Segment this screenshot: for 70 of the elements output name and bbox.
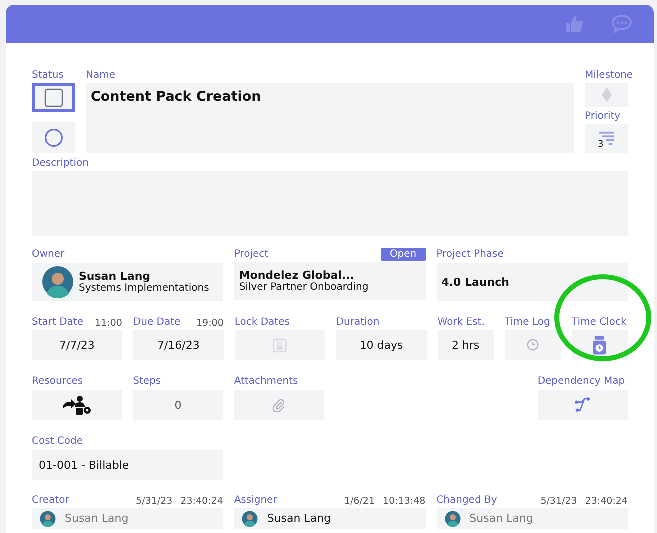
square-icon	[44, 88, 64, 108]
resources-icon[interactable]	[62, 395, 92, 415]
owner-field[interactable]: Susan Lang Systems Implementations	[32, 263, 224, 301]
project-field[interactable]: Mondelez Global... Silver Partner Onboarding	[234, 262, 426, 300]
project-phase-field[interactable]: 4.0 Launch	[436, 263, 628, 301]
avatar-icon	[42, 266, 74, 298]
avatar-icon	[40, 510, 56, 526]
calendar-lock-icon[interactable]	[273, 337, 288, 353]
status-badge: Open	[380, 248, 426, 261]
field-label: Milestone	[585, 69, 634, 83]
field-label: Resources	[32, 375, 84, 389]
value-field[interactable]: 7/7/23	[32, 330, 122, 360]
cost-code-field[interactable]: 01-001 - Billable	[32, 450, 224, 480]
status-circle-button[interactable]	[32, 122, 75, 153]
circle-icon	[44, 128, 64, 148]
field-label: Status	[32, 69, 64, 83]
paperclip-icon[interactable]	[272, 398, 286, 412]
field-label: Time Clock	[572, 316, 627, 330]
avatar-icon	[444, 510, 461, 526]
priority-button[interactable]: 3	[585, 124, 628, 153]
field-label: Project Phase	[436, 248, 504, 262]
project-subtitle: Silver Partner Onboarding	[239, 282, 369, 293]
field-label: Duration	[336, 316, 380, 330]
field-label: Lock Dates	[234, 316, 290, 330]
project-name: Mondelez Global...	[239, 269, 354, 282]
name-field[interactable]: Content Pack Creation	[86, 83, 574, 153]
field-label: Attachments	[234, 375, 298, 389]
date-text: 5/31/23	[540, 496, 578, 507]
field-label: Cost Code	[32, 435, 84, 449]
steps-field[interactable]: 0	[133, 390, 224, 420]
field-label: Description	[32, 157, 89, 171]
value-field[interactable]: 2 hrs	[438, 330, 494, 360]
field-label: Project	[234, 248, 269, 262]
field-label: Priority	[585, 110, 621, 124]
user-name: Susan Lang	[65, 512, 129, 525]
field-label: Start Date	[32, 316, 84, 330]
diamond-icon	[602, 87, 612, 103]
time-clock-icon[interactable]	[593, 336, 606, 354]
time-text: 11:00	[95, 318, 122, 329]
user-field[interactable]: Susan Lang	[234, 508, 426, 529]
field-label: Due Date	[133, 316, 181, 330]
dependency-map-icon[interactable]	[574, 397, 592, 413]
user-name: Susan Lang	[470, 512, 534, 525]
time-text: 19:00	[196, 318, 224, 329]
date-text: 5/31/23	[136, 496, 173, 507]
time-text: 23:40:24	[585, 496, 628, 507]
date-text: 1/6/21	[344, 496, 375, 507]
field-label: Dependency Map	[538, 375, 626, 389]
field-label: Assigner	[234, 494, 278, 508]
field-label: Steps	[133, 375, 162, 389]
owner-team: Systems Implementations	[79, 283, 210, 294]
milestone-button[interactable]	[585, 83, 628, 107]
user-name: Susan Lang	[267, 512, 332, 525]
time-text: 10:13:48	[382, 496, 426, 507]
priority-bars-icon	[598, 131, 616, 146]
status-checkbox[interactable]	[32, 83, 75, 112]
clock-icon[interactable]	[526, 339, 539, 351]
owner-name: Susan Lang	[79, 270, 151, 283]
value-field[interactable]: 10 days	[336, 330, 427, 360]
field-label: Creator	[32, 494, 70, 508]
value-field[interactable]: 7/16/23	[133, 330, 224, 360]
field-label: Work Est.	[438, 316, 485, 330]
field-label: Owner	[32, 248, 65, 262]
time-text: 23:40:24	[180, 496, 224, 507]
thumbs-up-icon[interactable]	[564, 15, 584, 33]
field-label: Changed By	[436, 494, 498, 508]
field-label: Time Log	[504, 316, 550, 330]
chat-icon[interactable]	[612, 15, 632, 33]
field-label: Name	[86, 69, 116, 83]
avatar-icon	[242, 510, 258, 526]
